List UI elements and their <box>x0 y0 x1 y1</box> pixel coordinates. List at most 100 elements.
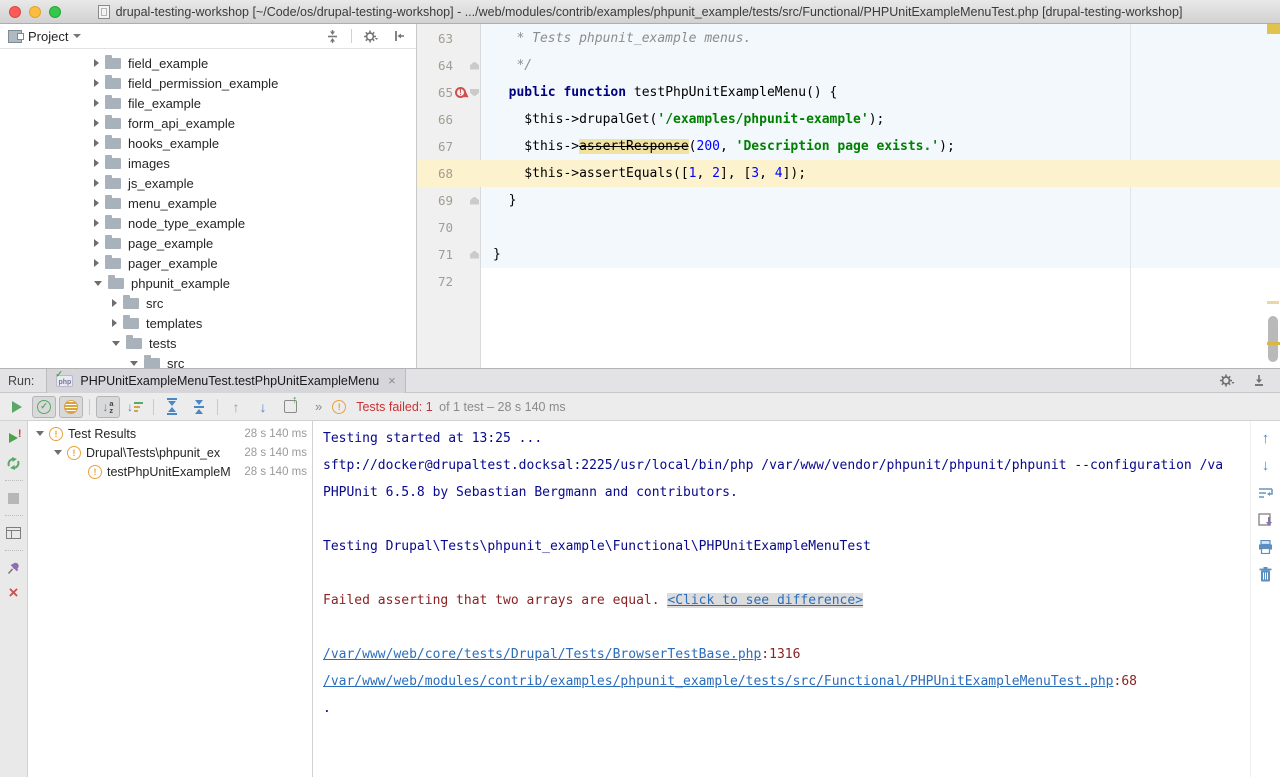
fold-marker-icon[interactable] <box>470 197 479 205</box>
chevron-collapsed-icon[interactable] <box>112 319 117 327</box>
tree-item-hooks_example[interactable]: hooks_example <box>0 133 416 153</box>
chevron-collapsed-icon[interactable] <box>112 299 117 307</box>
chevron-expanded-icon[interactable] <box>130 361 138 366</box>
test-tree-item[interactable]: !Drupal\Tests\phpunit_ex28 s 140 ms <box>28 443 312 462</box>
test-failed-icon: ! <box>88 465 102 479</box>
previous-occurrence-button[interactable]: ↑ <box>1258 431 1274 447</box>
test-history-button[interactable] <box>278 396 302 418</box>
chevron-expanded-icon[interactable] <box>94 281 102 286</box>
tree-item-file_example[interactable]: file_example <box>0 93 416 113</box>
code-line-70[interactable]: 70 <box>417 214 1280 241</box>
collapse-all-icon[interactable] <box>323 28 341 44</box>
tree-item-src[interactable]: src <box>0 353 416 368</box>
tree-item-images[interactable]: images <box>0 153 416 173</box>
tree-item-templates[interactable]: templates <box>0 313 416 333</box>
code-editor[interactable]: 63 * Tests phpunit_example menus.64 */65… <box>417 24 1280 368</box>
warning-stripe-mark-2[interactable] <box>1267 342 1280 345</box>
fold-marker-icon[interactable] <box>470 89 479 97</box>
tree-item-tests[interactable]: tests <box>0 333 416 353</box>
chevron-collapsed-icon[interactable] <box>94 199 99 207</box>
code-text: $this->assertEquals([1, 2], [3, 4]); <box>481 166 1280 181</box>
expand-all-button[interactable] <box>160 396 184 418</box>
tree-item-form_api_example[interactable]: form_api_example <box>0 113 416 133</box>
chevron-collapsed-icon[interactable] <box>94 119 99 127</box>
code-line-66[interactable]: 66 $this->drupalGet('/examples/phpunit-e… <box>417 106 1280 133</box>
rerun-failed-tests-button[interactable]: ! <box>5 430 23 446</box>
code-line-65[interactable]: 65! public function testPhpUnitExampleMe… <box>417 79 1280 106</box>
code-line-63[interactable]: 63 * Tests phpunit_example menus. <box>417 25 1280 52</box>
code-text: public function testPhpUnitExampleMenu()… <box>481 85 1280 100</box>
tree-item-page_example[interactable]: page_example <box>0 233 416 253</box>
chevron-expanded-icon[interactable] <box>54 450 62 455</box>
print-button[interactable] <box>1258 539 1274 555</box>
project-panel-title[interactable]: Project <box>28 29 68 44</box>
scroll-to-end-button[interactable] <box>1258 512 1274 528</box>
test-tree-item[interactable]: !Test Results28 s 140 ms <box>28 424 312 443</box>
restore-layout-button[interactable] <box>5 525 23 541</box>
console-link[interactable]: /var/www/web/core/tests/Drupal/Tests/Bro… <box>323 647 761 662</box>
settings-gear-icon[interactable] <box>362 28 380 44</box>
tree-item-js_example[interactable]: js_example <box>0 173 416 193</box>
test-failed-gutter-icon[interactable]: ! <box>455 87 466 98</box>
previous-failed-test-button[interactable]: ↑ <box>224 396 248 418</box>
minimize-window-button[interactable] <box>29 6 41 18</box>
chevron-expanded-icon[interactable] <box>112 341 120 346</box>
code-line-64[interactable]: 64 */ <box>417 52 1280 79</box>
code-line-71[interactable]: 71} <box>417 241 1280 268</box>
editor-vertical-scrollbar[interactable] <box>1268 316 1278 362</box>
run-settings-gear-icon[interactable] <box>1218 373 1236 389</box>
next-failed-test-button[interactable]: ↓ <box>251 396 275 418</box>
chevron-collapsed-icon[interactable] <box>94 159 99 167</box>
show-passed-toggle[interactable]: ✓ <box>32 396 56 418</box>
sort-by-duration-button[interactable]: ↓ <box>123 396 147 418</box>
chevron-collapsed-icon[interactable] <box>94 139 99 147</box>
stop-button[interactable] <box>5 490 23 506</box>
close-tab-icon[interactable]: × <box>388 373 396 388</box>
code-line-72[interactable]: 72 <box>417 268 1280 295</box>
tree-item-field_permission_example[interactable]: field_permission_example <box>0 73 416 93</box>
sort-alphabetically-toggle[interactable]: ↓az <box>96 396 120 418</box>
fold-marker-icon[interactable] <box>470 251 479 259</box>
chevron-down-icon[interactable] <box>73 34 81 38</box>
toggle-auto-test-button[interactable] <box>5 455 23 471</box>
chevron-collapsed-icon[interactable] <box>94 219 99 227</box>
chevron-expanded-icon[interactable] <box>36 431 44 436</box>
tree-item-pager_example[interactable]: pager_example <box>0 253 416 273</box>
close-window-button[interactable] <box>9 6 21 18</box>
console-link[interactable]: /var/www/web/modules/contrib/examples/ph… <box>323 674 1114 689</box>
hide-run-panel-icon[interactable] <box>1250 373 1268 389</box>
clear-all-button[interactable] <box>1258 566 1274 582</box>
error-stripe-indicator[interactable] <box>1267 24 1280 34</box>
chevron-collapsed-icon[interactable] <box>94 79 99 87</box>
fold-marker-icon[interactable] <box>470 62 479 70</box>
tree-item-node_type_example[interactable]: node_type_example <box>0 213 416 233</box>
hide-panel-icon[interactable] <box>390 28 408 44</box>
soft-wrap-button[interactable] <box>1258 485 1274 501</box>
test-console[interactable]: Testing started at 13:25 ...sftp://docke… <box>313 421 1280 777</box>
pin-tab-button[interactable] <box>5 560 23 576</box>
rerun-button[interactable] <box>5 396 29 418</box>
tree-item-phpunit_example[interactable]: phpunit_example <box>0 273 416 293</box>
chevron-collapsed-icon[interactable] <box>94 59 99 67</box>
collapse-all-button[interactable] <box>187 396 211 418</box>
code-lines: 63 * Tests phpunit_example menus.64 */65… <box>417 25 1280 295</box>
code-line-67[interactable]: 67 $this->assertResponse(200, 'Descripti… <box>417 133 1280 160</box>
code-line-69[interactable]: 69 } <box>417 187 1280 214</box>
tree-item-menu_example[interactable]: menu_example <box>0 193 416 213</box>
tree-item-src[interactable]: src <box>0 293 416 313</box>
chevron-collapsed-icon[interactable] <box>94 239 99 247</box>
chevron-collapsed-icon[interactable] <box>94 99 99 107</box>
next-occurrence-button[interactable]: ↓ <box>1258 458 1274 474</box>
close-panel-button[interactable]: × <box>5 585 23 601</box>
console-link[interactable]: <Click to see difference> <box>667 593 863 608</box>
test-tree-item[interactable]: !testPhpUnitExampleM28 s 140 ms <box>28 462 312 481</box>
chevron-collapsed-icon[interactable] <box>94 259 99 267</box>
zoom-window-button[interactable] <box>49 6 61 18</box>
chevron-collapsed-icon[interactable] <box>94 179 99 187</box>
show-ignored-toggle[interactable] <box>59 396 83 418</box>
run-configuration-tab[interactable]: php PHPUnitExampleMenuTest.testPhpUnitEx… <box>46 369 405 393</box>
code-line-68[interactable]: 68 $this->assertEquals([1, 2], [3, 4]); <box>417 160 1280 187</box>
more-actions-chevrons[interactable]: » <box>315 399 321 414</box>
tree-item-field_example[interactable]: field_example <box>0 53 416 73</box>
warning-stripe-mark[interactable] <box>1267 301 1279 304</box>
